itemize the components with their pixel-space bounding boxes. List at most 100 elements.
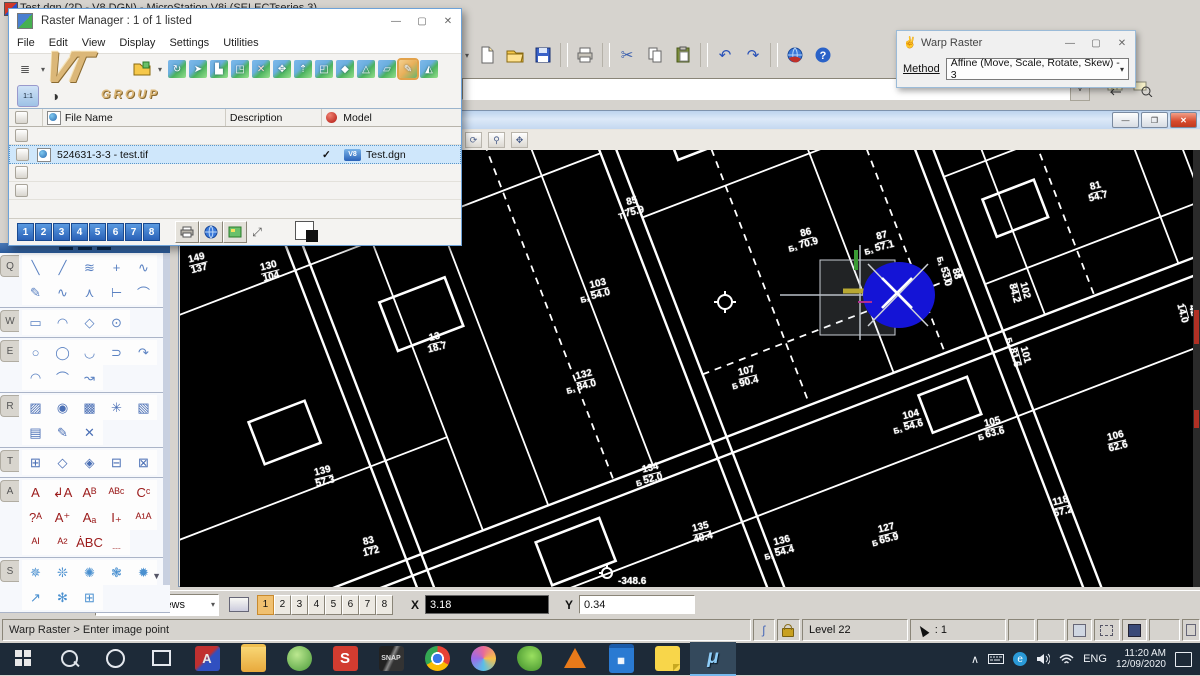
app-chrome-icon[interactable] <box>414 642 460 674</box>
tool-icon[interactable]: ✎ <box>49 420 76 445</box>
tool-tab-q[interactable]: Q <box>0 255 19 277</box>
redo-button[interactable]: ↷ <box>740 42 766 68</box>
view-toggle-button-6[interactable]: 6 <box>342 595 359 615</box>
tool-tab-s[interactable]: S <box>0 560 19 582</box>
toolbar-overflow-icon[interactable]: ▾ <box>465 51 469 60</box>
tool-icon[interactable]: ᴬᴵ <box>22 530 49 555</box>
raster-list-icon[interactable] <box>223 221 247 243</box>
tool-icon[interactable]: ╲ <box>22 255 49 280</box>
view-toggle-button-3[interactable]: 3 <box>291 595 308 615</box>
pan-view-icon[interactable]: ✥ <box>511 132 528 148</box>
tool-icon[interactable]: ↲A <box>49 480 76 505</box>
dgn-status-icon[interactable] <box>1122 619 1147 641</box>
tool-icon[interactable]: ◠ <box>49 310 76 335</box>
tool-icon[interactable]: ↝ <box>76 365 103 390</box>
rm-view-button-2[interactable]: 2 <box>35 223 52 241</box>
rm-view-button-8[interactable]: 8 <box>143 223 160 241</box>
raster-row-empty[interactable] <box>9 182 461 200</box>
view-toggle-button-2[interactable]: 2 <box>274 595 291 615</box>
tool-icon[interactable]: A⁺ <box>49 505 76 530</box>
y-coordinate-field[interactable]: 0.34 <box>579 595 695 614</box>
header-icon-cell[interactable] <box>9 109 43 126</box>
action-center-icon[interactable] <box>1175 652 1192 667</box>
tool-icon[interactable]: ╱ <box>49 255 76 280</box>
raster-delete-icon[interactable]: ✕ <box>252 60 270 78</box>
tool-icon[interactable]: ◡ <box>76 340 103 365</box>
app-file-explorer-icon[interactable] <box>230 642 276 674</box>
warp-close-button[interactable]: ✕ <box>1109 34 1135 52</box>
column-file-name[interactable]: File Name <box>43 109 226 126</box>
tool-tab-a[interactable]: A <box>0 480 19 502</box>
selection-indicator[interactable]: : 1 <box>910 619 1006 641</box>
tool-icon[interactable]: ✳ <box>103 395 130 420</box>
tool-icon[interactable]: ✎ <box>22 280 49 305</box>
tool-icon[interactable]: A <box>22 480 49 505</box>
paste-button[interactable] <box>670 42 696 68</box>
tool-icon[interactable]: ᴬ² <box>49 530 76 555</box>
tool-icon[interactable]: ⌒ <box>49 365 76 390</box>
tool-tab-r[interactable]: R <box>0 395 19 417</box>
tool-tab-t[interactable]: T <box>0 450 19 472</box>
view-toggle-button-7[interactable]: 7 <box>359 595 376 615</box>
attach-raster-icon[interactable] <box>132 59 152 79</box>
tool-tab-e[interactable]: E <box>0 340 19 362</box>
column-model[interactable]: Model <box>322 109 461 126</box>
tool-icon[interactable]: Aₐ <box>76 505 103 530</box>
tool-icon[interactable]: ⊞ <box>22 450 49 475</box>
new-file-button[interactable] <box>474 42 500 68</box>
tool-icon[interactable]: ▤ <box>22 420 49 445</box>
tool-icon[interactable]: ﹍ <box>103 530 130 555</box>
tool-icon[interactable]: ✵ <box>22 560 49 585</box>
tool-icon[interactable]: ◇ <box>76 310 103 335</box>
search-icon[interactable] <box>46 642 92 674</box>
tool-icon[interactable]: ȦBC <box>76 530 103 555</box>
contrast-icon[interactable]: ◑ <box>45 86 65 106</box>
globe-icon[interactable] <box>199 221 223 243</box>
tool-panel-scrollbar[interactable] <box>163 253 170 585</box>
rm-view-button-1[interactable]: 1 <box>17 223 34 241</box>
print-button[interactable] <box>572 42 598 68</box>
raster-copy-icon[interactable]: ⇡ <box>294 60 312 78</box>
tool-icon[interactable]: ▨ <box>22 395 49 420</box>
tool-tab-w[interactable]: W <box>0 310 19 332</box>
rm-view-button-6[interactable]: 6 <box>107 223 124 241</box>
tool-icon[interactable]: ✺ <box>76 560 103 585</box>
raster-row-empty[interactable] <box>9 164 461 182</box>
tool-icon[interactable]: ᴬᴮᶜ <box>103 480 130 505</box>
save-status-icon[interactable] <box>1067 619 1092 641</box>
menu-utilities[interactable]: Utilities <box>223 37 258 49</box>
view-toggle-button-1[interactable]: 1 <box>257 595 274 615</box>
raster-refresh-icon[interactable]: ↻ <box>168 60 186 78</box>
raster-scale-icon[interactable]: ◰ <box>315 60 333 78</box>
rm-view-button-5[interactable]: 5 <box>89 223 106 241</box>
rm-view-button-3[interactable]: 3 <box>53 223 70 241</box>
tray-language[interactable]: ENG <box>1083 653 1107 665</box>
tool-icon[interactable]: ⊢ <box>103 280 130 305</box>
raster-row-selected[interactable]: 524631-3-3 - test.tif ✓ V8 Test.dgn <box>9 145 461 164</box>
update-view-icon[interactable]: ⟳ <box>465 132 482 148</box>
view-restore-button[interactable]: ❐ <box>1141 112 1168 128</box>
tray-volume-icon[interactable] <box>1036 653 1050 665</box>
save-button[interactable] <box>530 42 556 68</box>
background-color-swatch[interactable] <box>306 230 318 242</box>
tray-chevron-up-icon[interactable]: ∧ <box>971 653 979 666</box>
open-file-button[interactable] <box>502 42 528 68</box>
tool-icon[interactable]: Cᶜ <box>130 480 157 505</box>
raster-rotate-icon[interactable]: ◆ <box>336 60 354 78</box>
view-toggle-button-4[interactable]: 4 <box>308 595 325 615</box>
tray-keyboard-icon[interactable] <box>988 654 1004 664</box>
tray-wifi-icon[interactable] <box>1059 654 1074 665</box>
app-sticky-notes-icon[interactable] <box>644 642 690 674</box>
warp-raster-titlebar[interactable]: ✌ Warp Raster — ▢ ✕ <box>897 31 1135 55</box>
cortana-icon[interactable] <box>92 642 138 674</box>
app-microstation-icon[interactable]: μ <box>690 642 736 676</box>
zoom-view-icon[interactable]: ⚲ <box>488 132 505 148</box>
x-coordinate-field[interactable]: 3.18 <box>425 595 549 614</box>
tool-icon[interactable]: ⊞ <box>76 585 103 610</box>
tool-icon[interactable]: ⋏ <box>76 280 103 305</box>
tool-icon[interactable]: ∿ <box>130 255 157 280</box>
copy-button[interactable] <box>642 42 668 68</box>
tool-icon[interactable]: ◇ <box>49 450 76 475</box>
tool-icon[interactable]: ▩ <box>76 395 103 420</box>
snap-pen-icon[interactable]: ʃ <box>753 619 775 641</box>
